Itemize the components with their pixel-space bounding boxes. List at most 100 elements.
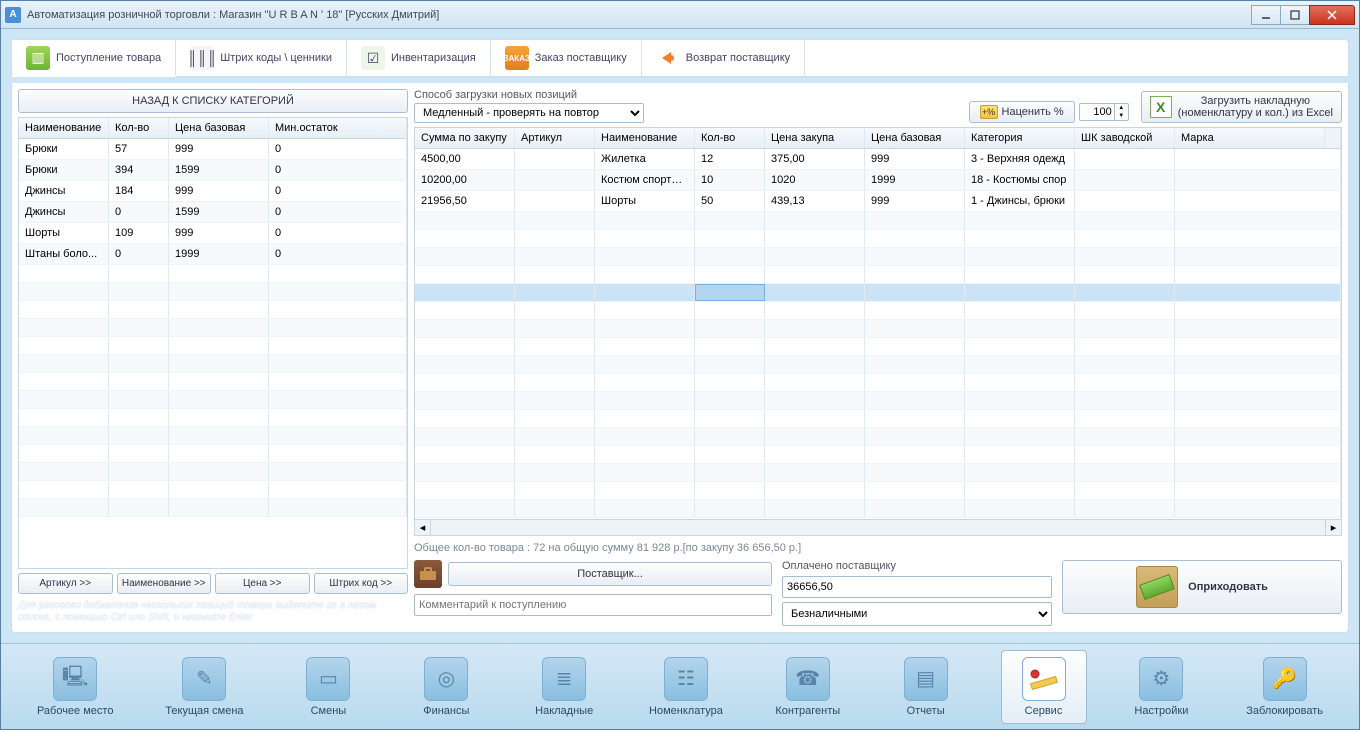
tab-label: Заказ поставщику (535, 52, 627, 64)
nav-contractors[interactable]: ☎Контрагенты (765, 651, 851, 723)
table-row[interactable]: Штаны боло...019990 (19, 244, 407, 265)
table-row[interactable] (415, 338, 1341, 356)
table-row[interactable] (415, 428, 1341, 446)
horizontal-scrollbar[interactable]: ◂ ▸ (415, 519, 1341, 535)
invoice-icon: ≣ (542, 657, 586, 701)
table-row[interactable] (415, 248, 1341, 266)
scroll-left-icon[interactable]: ◂ (415, 520, 431, 536)
table-row[interactable]: Брюки579990 (19, 139, 407, 160)
load-mode-select[interactable]: Медленный - проверять на повтор (414, 103, 644, 123)
table-row[interactable] (415, 392, 1341, 410)
col-name[interactable]: Наименование (19, 118, 109, 138)
add-by-article-button[interactable]: Артикул >> (18, 573, 113, 594)
table-row[interactable] (415, 356, 1341, 374)
col-qty[interactable]: Кол-во (109, 118, 169, 138)
col-min[interactable]: Мин.остаток (269, 118, 407, 138)
nav-workplace[interactable]: 🖳Рабочее место (27, 651, 124, 723)
body: ▥Поступление товара ║║║Штрих коды \ ценн… (1, 29, 1359, 643)
col-base-price[interactable]: Цена базовая (865, 128, 965, 148)
table-row[interactable] (415, 446, 1341, 464)
nomenclature-grid[interactable]: Наименование Кол-во Цена базовая Мин.ост… (18, 117, 408, 569)
table-row[interactable]: 10200,00Костюм спортивн101020199918 - Ко… (415, 170, 1341, 191)
col-name[interactable]: Наименование (595, 128, 695, 148)
table-row (19, 481, 407, 499)
col-barcode[interactable]: ШК заводской (1075, 128, 1175, 148)
table-row[interactable]: Джинсы1849990 (19, 181, 407, 202)
nav-lock[interactable]: 🔑Заблокировать (1236, 651, 1333, 723)
supplier-button[interactable]: Поставщик... (448, 562, 772, 586)
app-icon: A (5, 7, 21, 23)
scroll-right-icon[interactable]: ▸ (1325, 520, 1341, 536)
receive-box-icon (1136, 566, 1178, 608)
table-row[interactable] (415, 284, 1341, 302)
spinner-down[interactable]: ▼ (1114, 112, 1128, 120)
col-brand[interactable]: Марка (1175, 128, 1325, 148)
markup-button[interactable]: +% Наценить % (969, 101, 1075, 123)
paid-amount-input[interactable] (782, 576, 1052, 598)
col-price[interactable]: Цена базовая (169, 118, 269, 138)
table-row[interactable]: Шорты1099990 (19, 223, 407, 244)
totals-summary: Общее кол-во товара : 72 на общую сумму … (414, 540, 1342, 556)
table-row[interactable] (415, 374, 1341, 392)
table-row[interactable] (415, 482, 1341, 500)
table-row[interactable] (415, 464, 1341, 482)
table-row[interactable] (415, 212, 1341, 230)
excel-icon: X (1150, 96, 1172, 118)
table-row[interactable]: Брюки39415990 (19, 160, 407, 181)
spinner-up[interactable]: ▲ (1114, 104, 1128, 112)
nav-service[interactable]: Сервис (1001, 650, 1087, 724)
table-row[interactable]: 4500,00Жилетка12375,009993 - Верхняя оде… (415, 149, 1341, 170)
content: НАЗАД К СПИСКУ КАТЕГОРИЙ Наименование Ко… (11, 83, 1349, 633)
tab-supplier-order[interactable]: ЗАКАЗЗаказ поставщику (491, 40, 642, 76)
table-row[interactable] (415, 266, 1341, 284)
table-row[interactable] (415, 410, 1341, 428)
table-row (19, 373, 407, 391)
nav-settings[interactable]: ⚙Настройки (1118, 651, 1204, 723)
load-mode-group: Способ загрузки новых позиций Медленный … (414, 89, 644, 123)
box-icon: ▥ (26, 46, 50, 70)
nav-nomenclature[interactable]: ☷Номенклатура (639, 651, 733, 723)
col-qty[interactable]: Кол-во (695, 128, 765, 148)
col-purchase-price[interactable]: Цена закупа (765, 128, 865, 148)
close-button[interactable] (1309, 5, 1355, 25)
comment-input[interactable] (414, 594, 772, 616)
table-row[interactable]: Джинсы015990 (19, 202, 407, 223)
tab-barcodes[interactable]: ║║║Штрих коды \ ценники (176, 40, 347, 76)
tab-supplier-return[interactable]: Возврат поставщику (642, 40, 805, 76)
payment-method-select[interactable]: Безналичными (782, 602, 1052, 626)
add-by-name-button[interactable]: Наименование >> (117, 573, 212, 594)
markup-value-input[interactable] (1080, 104, 1114, 120)
add-by-price-button[interactable]: Цена >> (215, 573, 310, 594)
minimize-button[interactable] (1251, 5, 1281, 25)
add-by-barcode-button[interactable]: Штрих код >> (314, 573, 409, 594)
grid-header: Сумма по закупу Артикул Наименование Кол… (415, 128, 1341, 149)
table-row[interactable] (415, 320, 1341, 338)
col-article[interactable]: Артикул (515, 128, 595, 148)
col-sum[interactable]: Сумма по закупу (415, 128, 515, 148)
table-row[interactable] (415, 500, 1341, 518)
scrollbar-spacer (1325, 128, 1341, 148)
table-row[interactable] (415, 302, 1341, 320)
tab-incoming-goods[interactable]: ▥Поступление товара (12, 40, 176, 77)
table-row (19, 499, 407, 517)
nav-current-shift[interactable]: ✎Текущая смена (155, 651, 253, 723)
table-row[interactable] (415, 230, 1341, 248)
receive-goods-button[interactable]: Оприходовать (1062, 560, 1342, 614)
safe-icon: ◎ (424, 657, 468, 701)
invoice-grid[interactable]: Сумма по закупу Артикул Наименование Кол… (414, 127, 1342, 536)
markup-spinner[interactable]: ▲▼ (1079, 103, 1129, 121)
excel-button-label: Загрузить накладную (номенклатуру и кол.… (1178, 95, 1333, 119)
load-excel-button[interactable]: X Загрузить накладную (номенклатуру и ко… (1141, 91, 1342, 123)
maximize-button[interactable] (1280, 5, 1310, 25)
table-row (19, 409, 407, 427)
nav-reports[interactable]: ▤Отчеты (883, 651, 969, 723)
tab-inventory[interactable]: ☑Инвентаризация (347, 40, 491, 76)
nav-finance[interactable]: ◎Финансы (403, 651, 489, 723)
tab-label: Возврат поставщику (686, 52, 790, 64)
table-row[interactable]: 21956,50Шорты50439,139991 - Джинсы, брюк… (415, 191, 1341, 212)
nav-shifts[interactable]: ▭Смены (285, 651, 371, 723)
back-to-categories-button[interactable]: НАЗАД К СПИСКУ КАТЕГОРИЙ (18, 89, 408, 113)
nav-invoices[interactable]: ≣Накладные (521, 651, 607, 723)
col-category[interactable]: Категория (965, 128, 1075, 148)
right-panel: Способ загрузки новых позиций Медленный … (414, 89, 1342, 626)
